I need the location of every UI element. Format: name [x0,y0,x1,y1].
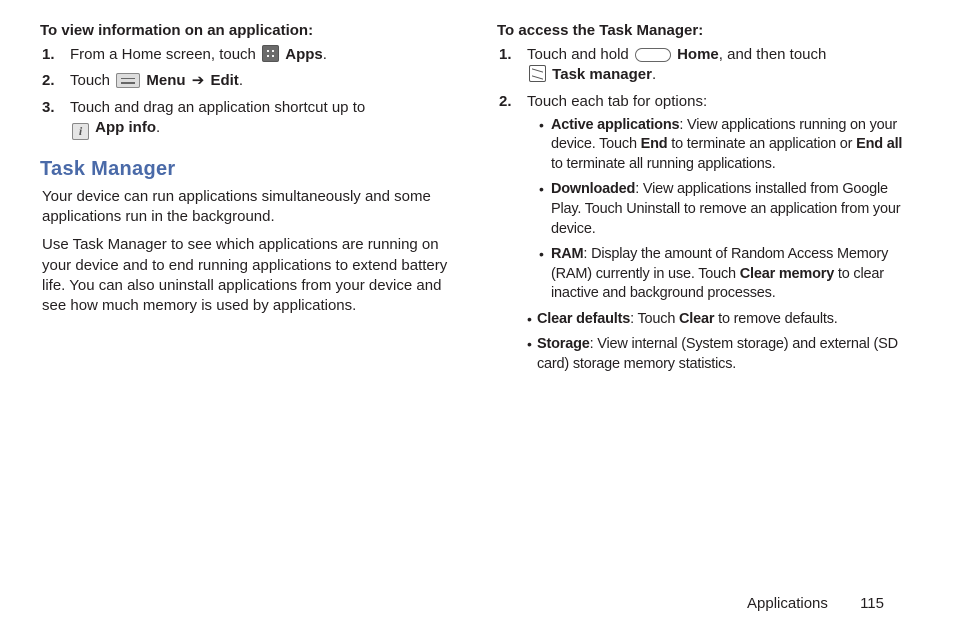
app-info-label: App info [95,119,156,136]
end-all-label: End all [856,136,902,152]
tab-options-list-2: Clear defaults: Touch Clear to remove de… [527,310,914,375]
footer-section: Applications [747,595,828,612]
active-apps-label: Active applications [551,117,679,133]
info-icon: i [72,123,89,140]
ram-label: RAM [551,246,583,262]
view-info-steps: 1. From a Home screen, touch Apps. 2. To… [40,45,457,140]
task-manager-label: Task manager [552,66,652,83]
access-step-1: 1. Touch and hold Home, and then touch T… [521,45,914,86]
step-1-period: . [323,46,327,63]
access-step-1-then: , and then touch [719,46,827,63]
page-number: 115 [860,595,884,612]
clear-defaults-label: Clear defaults [537,311,630,327]
step-2-period: . [239,72,243,89]
access-steps: 1. Touch and hold Home, and then touch T… [497,45,914,375]
step-2: 2. Touch Menu ➔ Edit. [64,71,457,91]
task-manager-icon [529,65,546,82]
access-task-mgr-heading: To access the Task Manager: [497,22,914,39]
b1-mid: to terminate an application or [667,136,856,152]
step-2-prefix: Touch [70,72,114,89]
left-column: To view information on an application: 1… [40,20,457,381]
bullet-storage: Storage: View internal (System storage) … [527,335,914,374]
access-step-2-text: Touch each tab for options: [527,93,707,110]
home-label: Home [677,46,719,63]
step-3-period: . [156,119,160,136]
b1-tail: to terminate all running applications. [551,156,776,172]
tab-options-list: Active applications: View applications r… [527,116,914,304]
b4-tail: to remove defaults. [714,311,837,327]
bullet-clear-defaults: Clear defaults: Touch Clear to remove de… [527,310,914,330]
access-step-1-period: . [652,66,656,83]
task-manager-title: Task Manager [40,158,457,181]
apps-label: Apps [285,46,323,63]
right-column: To access the Task Manager: 1. Touch and… [497,20,914,381]
home-icon [635,48,671,62]
storage-label: Storage [537,336,590,352]
arrow-icon: ➔ [190,72,207,89]
step-3: 3. Touch and drag an application shortcu… [64,98,457,140]
downloaded-label: Downloaded [551,181,635,197]
page-footer: Applications 115 [747,595,884,612]
bullet-active-apps: Active applications: View applications r… [539,116,914,175]
clear-memory-label: Clear memory [740,266,834,282]
view-info-heading: To view information on an application: [40,22,457,39]
menu-label: Menu [146,72,185,89]
access-step-2: 2. Touch each tab for options: Active ap… [521,92,914,375]
apps-icon [262,45,279,62]
step-1: 1. From a Home screen, touch Apps. [64,45,457,65]
step-3-line1: Touch and drag an application shortcut u… [70,99,365,116]
end-label: End [641,136,668,152]
task-mgr-para-1: Your device can run applications simulta… [40,187,457,228]
edit-label: Edit [210,72,238,89]
b5-rest: : View internal (System storage) and ext… [537,336,898,372]
bullet-ram: RAM: Display the amount of Random Access… [539,245,914,304]
access-step-1-prefix: Touch and hold [527,46,633,63]
clear-label: Clear [679,311,714,327]
menu-icon [116,73,140,88]
b4-rest: : Touch [630,311,679,327]
task-mgr-para-2: Use Task Manager to see which applicatio… [40,235,457,316]
bullet-downloaded: Downloaded: View applications installed … [539,180,914,239]
step-1-prefix: From a Home screen, touch [70,46,260,63]
